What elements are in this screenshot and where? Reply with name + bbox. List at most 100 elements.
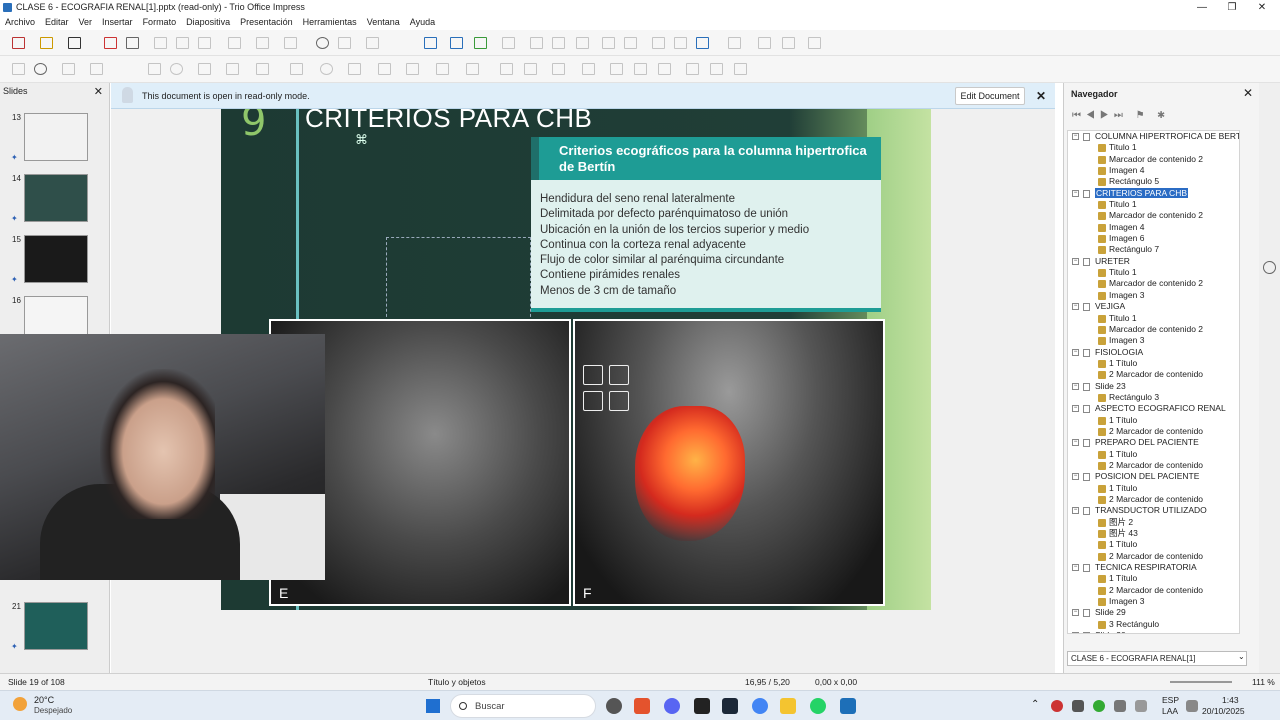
- navigator-shape-item[interactable]: Imagen 3: [1068, 290, 1239, 301]
- print-icon[interactable]: [124, 35, 140, 51]
- rectangle-icon[interactable]: [146, 61, 162, 77]
- navigator-shape-item[interactable]: 1 Título: [1068, 539, 1239, 550]
- insert-chart-icon[interactable]: [609, 365, 629, 385]
- criteria-box[interactable]: Criterios ecográficos para la columna hi…: [531, 137, 881, 312]
- navigator-slide-item[interactable]: − TECNICA RESPIRATORIA: [1068, 562, 1239, 573]
- wifi-icon[interactable]: [1186, 700, 1198, 712]
- menu-diapositiva[interactable]: Diapositiva: [181, 15, 235, 30]
- symbol-shapes-icon[interactable]: [318, 61, 334, 77]
- navigator-shape-item[interactable]: 2 Marcador de contenido: [1068, 426, 1239, 437]
- discord-icon[interactable]: [664, 698, 680, 714]
- navigator-toolbar[interactable]: ⏮◀▶⏭ ⚑ ✱: [1072, 110, 1202, 124]
- chevron-down-icon[interactable]: ⌄: [1238, 652, 1245, 661]
- navigator-tree[interactable]: − COLUMNA HIPERTROFICA DE BERTIN Titulo 1M…: [1067, 130, 1240, 634]
- navigator-shape-item[interactable]: Imagen 3: [1068, 596, 1239, 607]
- basic-shapes-icon[interactable]: [288, 61, 304, 77]
- fill-color-icon[interactable]: [88, 61, 104, 77]
- copy-icon[interactable]: [174, 35, 190, 51]
- navigator-close-icon[interactable]: ✕: [1243, 86, 1253, 100]
- collapse-icon[interactable]: −: [1072, 189, 1079, 197]
- navigator-slide-item[interactable]: − Slide 30: [1068, 630, 1239, 633]
- ultrasound-image-f[interactable]: F: [573, 319, 885, 606]
- minimize-button[interactable]: —: [1185, 0, 1219, 15]
- save-icon[interactable]: [66, 35, 82, 51]
- insert-slide-icon[interactable]: [726, 35, 742, 51]
- slide-thumbnail[interactable]: 15 ✦: [0, 235, 110, 295]
- navigator-shape-item[interactable]: Imagen 6: [1068, 233, 1239, 244]
- block-arrows-icon[interactable]: [346, 61, 362, 77]
- clock-date[interactable]: 20/10/2025: [1202, 706, 1245, 716]
- navigator-shape-item[interactable]: Titulo 1: [1068, 142, 1239, 153]
- menu-ventana[interactable]: Ventana: [362, 15, 405, 30]
- slide-thumbnail[interactable]: 14 ✦: [0, 174, 110, 234]
- arrange-icon[interactable]: [550, 61, 566, 77]
- curves-icon[interactable]: [224, 61, 240, 77]
- distribute-icon[interactable]: [580, 61, 596, 77]
- navigator-shape-item[interactable]: 图片 43: [1068, 528, 1239, 539]
- collapse-icon[interactable]: −: [1072, 303, 1079, 311]
- crop-icon[interactable]: [632, 61, 648, 77]
- fontwork-icon[interactable]: [650, 35, 666, 51]
- navigator-shape-item[interactable]: 1 Título: [1068, 415, 1239, 426]
- tray-app-icon-3[interactable]: [1093, 700, 1105, 712]
- callouts-icon[interactable]: [404, 61, 420, 77]
- content-placeholder[interactable]: [386, 237, 531, 322]
- navigator-deck-icon[interactable]: [1263, 261, 1276, 274]
- slide-title[interactable]: CRITERIOS PARA CHB: [305, 109, 592, 134]
- navigator-slide-item[interactable]: − Slide 29: [1068, 607, 1239, 618]
- chart-icon[interactable]: [550, 35, 566, 51]
- navigator-shape-item[interactable]: Rectángulo 3: [1068, 392, 1239, 403]
- lines-arrows-icon[interactable]: [196, 61, 212, 77]
- menu-insertar[interactable]: Insertar: [97, 15, 138, 30]
- menu-presentacion[interactable]: Presentación: [235, 15, 298, 30]
- collapse-icon[interactable]: −: [1072, 257, 1079, 265]
- collapse-icon[interactable]: −: [1072, 473, 1079, 481]
- navigator-shape-item[interactable]: Marcador de contenido 2: [1068, 210, 1239, 221]
- hyperlink-icon[interactable]: [672, 35, 688, 51]
- navigator-shape-item[interactable]: Marcador de contenido 2: [1068, 278, 1239, 289]
- navigator-slide-item[interactable]: − TRANSDUCTOR UTILIZADO: [1068, 505, 1239, 516]
- cut-icon[interactable]: [152, 35, 168, 51]
- navigator-shape-item[interactable]: 2 Marcador de contenido: [1068, 369, 1239, 380]
- collapse-icon[interactable]: −: [1072, 405, 1079, 413]
- trio-office-icon[interactable]: [840, 698, 856, 714]
- shadow-icon[interactable]: [608, 61, 624, 77]
- points-icon[interactable]: [684, 61, 700, 77]
- tray-app-icon-5[interactable]: [1135, 700, 1147, 712]
- navigator-shape-item[interactable]: 2 Marcador de contenido: [1068, 460, 1239, 471]
- insert-image-icon[interactable]: [583, 391, 603, 411]
- collapse-icon[interactable]: −: [1072, 133, 1079, 140]
- redo-icon[interactable]: [282, 35, 298, 51]
- new-document-icon[interactable]: [10, 35, 26, 51]
- weather-temp[interactable]: 20°C: [34, 695, 54, 705]
- find-replace-icon[interactable]: [314, 35, 330, 51]
- navigator-shape-item[interactable]: Rectángulo 5: [1068, 176, 1239, 187]
- navigator-shape-item[interactable]: 1 Título: [1068, 358, 1239, 369]
- navigator-document-select[interactable]: CLASE 6 - ECOGRAFIA RENAL[1]: [1067, 651, 1247, 666]
- infobar-close-icon[interactable]: ✕: [1036, 89, 1046, 103]
- paste-icon[interactable]: [196, 35, 212, 51]
- navigator-shape-item[interactable]: Imagen 3: [1068, 335, 1239, 346]
- select-icon[interactable]: [10, 61, 26, 77]
- table-icon[interactable]: [500, 35, 516, 51]
- slides-pane-close-icon[interactable]: ✕: [94, 85, 103, 98]
- navigator-slide-item[interactable]: − VEJIGA: [1068, 301, 1239, 312]
- collapse-icon[interactable]: −: [1072, 632, 1079, 633]
- navigator-shape-item[interactable]: Marcador de contenido 2: [1068, 324, 1239, 335]
- navigator-shape-item[interactable]: 2 Marcador de contenido: [1068, 551, 1239, 562]
- navigator-shape-item[interactable]: Imagen 4: [1068, 222, 1239, 233]
- image-icon[interactable]: [528, 35, 544, 51]
- special-character-icon[interactable]: [622, 35, 638, 51]
- toggle-grid-icon[interactable]: [694, 35, 710, 51]
- epic-games-icon[interactable]: [694, 698, 710, 714]
- textbox-icon[interactable]: [600, 35, 616, 51]
- steam-icon[interactable]: [722, 698, 738, 714]
- whatsapp-icon[interactable]: [810, 698, 826, 714]
- navigator-shape-item[interactable]: 2 Marcador de contenido: [1068, 585, 1239, 596]
- menu-formato[interactable]: Formato: [138, 15, 182, 30]
- navigator-slide-item[interactable]: − ASPECTO ECOGRAFICO RENAL: [1068, 403, 1239, 414]
- navigator-shape-item[interactable]: 图片 2: [1068, 517, 1239, 528]
- collapse-icon[interactable]: −: [1072, 348, 1079, 356]
- collapse-icon[interactable]: −: [1072, 564, 1079, 572]
- align-icon[interactable]: [522, 61, 538, 77]
